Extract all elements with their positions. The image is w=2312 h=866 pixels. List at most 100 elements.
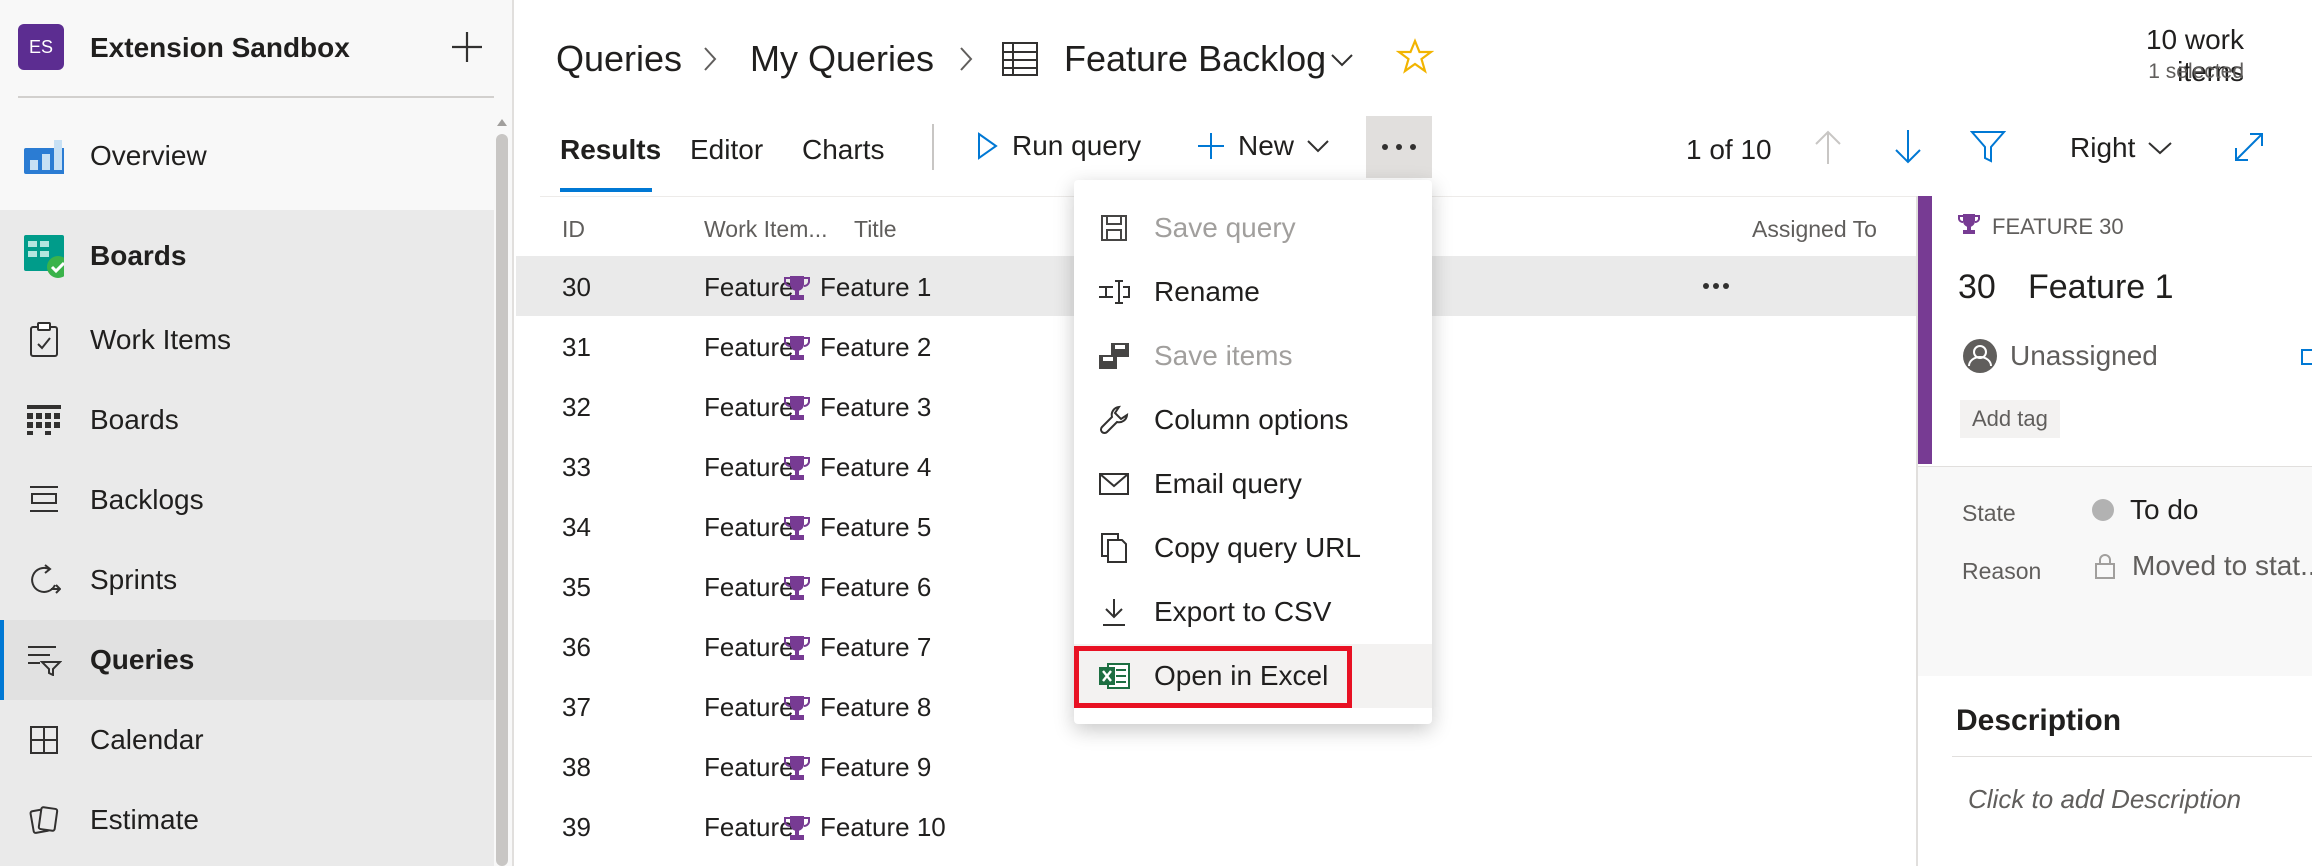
reason-field: Moved to stat...: [2094, 550, 2312, 582]
cell-type: Feature: [704, 512, 794, 542]
cell-title[interactable]: Feature 3: [784, 392, 931, 423]
chevron-right-icon: [958, 46, 974, 72]
new-button[interactable]: New: [1196, 130, 1330, 162]
tab-results-underline: [560, 188, 652, 192]
run-query-button[interactable]: Run query: [976, 130, 1141, 162]
column-header-type[interactable]: Work Item...: [704, 216, 828, 243]
sidebar-item-overview[interactable]: Overview: [0, 116, 494, 196]
trophy-icon: [784, 634, 810, 662]
menu-item-label: Copy query URL: [1154, 532, 1361, 563]
menu-item-rename[interactable]: Rename: [1074, 260, 1432, 324]
cell-title[interactable]: Feature 1: [784, 272, 931, 303]
sidebar-item-label: Backlogs: [90, 484, 204, 515]
column-header-id[interactable]: ID: [562, 216, 585, 243]
description-field[interactable]: Click to add Description: [1968, 784, 2241, 815]
scroll-up-icon[interactable]: [496, 116, 508, 128]
filter-icon[interactable]: [1970, 130, 2006, 164]
tab-charts[interactable]: Charts: [802, 134, 884, 166]
rename-icon: [1096, 274, 1132, 310]
sidebar-item-label: Overview: [90, 140, 207, 171]
work-item-id: 30: [1958, 268, 1996, 306]
overview-icon: [24, 136, 64, 176]
cell-title-text: Feature 1: [820, 272, 932, 302]
trophy-icon: [784, 574, 810, 602]
star-icon[interactable]: [1396, 38, 1434, 76]
sidebar-item-boards-hub[interactable]: Boards: [0, 210, 494, 302]
expand-icon[interactable]: [2232, 130, 2266, 164]
selected-count: 1 selected: [2148, 60, 2244, 83]
table-row[interactable]: 39 Feature Feature 10: [516, 796, 1916, 856]
cell-title-text: Feature 2: [820, 332, 932, 362]
project-avatar[interactable]: ES: [18, 24, 64, 70]
menu-item-label: Save items: [1154, 340, 1293, 371]
sidebar-scrollbar[interactable]: [496, 116, 508, 866]
work-item-title[interactable]: Feature 1: [2028, 268, 2174, 307]
cell-title[interactable]: Feature 10: [784, 812, 946, 843]
pane-position-dropdown[interactable]: Right: [2070, 132, 2173, 164]
breadcrumb-current-query[interactable]: Feature Backlog: [1064, 38, 1326, 80]
add-tag-button[interactable]: Add tag: [1960, 400, 2060, 438]
column-header-assigned[interactable]: Assigned To: [1752, 216, 1877, 243]
breadcrumb-queries[interactable]: Queries: [556, 38, 682, 80]
add-icon[interactable]: [450, 30, 484, 64]
chevron-right-icon: [702, 46, 718, 72]
excel-icon: [1096, 658, 1132, 694]
sidebar: ES Extension Sandbox Overview Boards Wor…: [0, 0, 514, 866]
sidebar-item-label: Boards: [90, 240, 187, 271]
cell-title[interactable]: Feature 4: [784, 452, 931, 483]
arrow-up-icon[interactable]: [1812, 128, 1844, 166]
menu-item-open-in-excel[interactable]: Open in Excel: [1074, 644, 1432, 708]
sidebar-item-boards[interactable]: Boards: [0, 380, 494, 460]
sidebar-item-label: Boards: [90, 404, 179, 435]
sidebar-item-backlogs[interactable]: Backlogs: [0, 460, 494, 540]
more-actions-button[interactable]: [1366, 116, 1432, 178]
breadcrumb-my-queries[interactable]: My Queries: [750, 38, 934, 80]
cell-type: Feature: [704, 332, 794, 362]
column-header-title[interactable]: Title: [854, 216, 897, 243]
cell-title[interactable]: Feature 5: [784, 512, 931, 543]
sidebar-item-sprints[interactable]: Sprints: [0, 540, 494, 620]
cell-title-text: Feature 8: [820, 692, 932, 722]
menu-item-email-query[interactable]: Email query: [1074, 452, 1432, 516]
sidebar-item-calendar[interactable]: Calendar: [0, 700, 494, 780]
state-field[interactable]: To do: [2092, 494, 2199, 526]
menu-item-column-options[interactable]: Column options: [1074, 388, 1432, 452]
arrow-down-icon[interactable]: [1892, 128, 1924, 166]
trophy-icon: [784, 274, 810, 302]
pane-position-label: Right: [2070, 132, 2136, 163]
cell-title[interactable]: Feature 8: [784, 692, 931, 723]
menu-item-save-items: Save items: [1074, 324, 1432, 388]
scroll-thumb[interactable]: [496, 134, 508, 866]
save-icon: [1096, 210, 1132, 246]
chevron-down-icon[interactable]: [1330, 52, 1354, 68]
new-label: New: [1238, 130, 1295, 161]
cell-title[interactable]: Feature 6: [784, 572, 931, 603]
cell-id: 34: [562, 512, 591, 542]
menu-item-label: Email query: [1154, 468, 1302, 499]
sidebar-item-work-items[interactable]: Work Items: [0, 300, 494, 380]
cell-type: Feature: [704, 692, 794, 722]
sidebar-item-label: Estimate: [90, 804, 199, 835]
assignee-field[interactable]: Unassigned: [1962, 338, 2158, 374]
tab-results[interactable]: Results: [560, 134, 661, 166]
feature-color-bar: [1918, 196, 1932, 464]
cell-title[interactable]: Feature 7: [784, 632, 931, 663]
cell-id: 37: [562, 692, 591, 722]
tab-editor[interactable]: Editor: [690, 134, 763, 166]
project-name[interactable]: Extension Sandbox: [90, 32, 350, 64]
cell-type: Feature: [704, 632, 794, 662]
copy-icon: [1096, 530, 1132, 566]
menu-item-export-to-csv[interactable]: Export to CSV: [1074, 580, 1432, 644]
selected-indicator: [0, 620, 4, 700]
cell-title[interactable]: Feature 2: [784, 332, 931, 363]
sidebar-item-queries[interactable]: Queries: [0, 620, 494, 700]
row-actions-icon[interactable]: [1702, 282, 1730, 290]
mail-icon: [1096, 466, 1132, 502]
table-icon: [1002, 42, 1038, 76]
cell-title[interactable]: Feature 9: [784, 752, 931, 783]
download-icon: [1096, 594, 1132, 630]
table-row[interactable]: 38 Feature Feature 9: [516, 736, 1916, 796]
sidebar-item-estimate[interactable]: Estimate: [0, 780, 494, 860]
discussion-icon[interactable]: [2298, 346, 2312, 370]
menu-item-copy-query-url[interactable]: Copy query URL: [1074, 516, 1432, 580]
